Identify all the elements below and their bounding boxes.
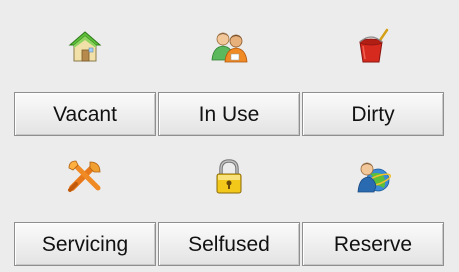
status-cell-dirty: Dirty (302, 10, 444, 138)
in-use-label: In Use (198, 102, 260, 126)
status-cell-vacant: Vacant (14, 10, 156, 138)
house-icon (66, 28, 104, 66)
dirty-button[interactable]: Dirty (302, 92, 444, 136)
vacant-button[interactable]: Vacant (14, 92, 156, 136)
selfused-label: Selfused (188, 232, 270, 256)
padlock-icon (210, 158, 248, 196)
tools-icon (66, 158, 104, 196)
bucket-broom-icon (354, 28, 392, 66)
status-cell-selfused: Selfused (158, 140, 300, 268)
status-cell-servicing: Servicing (14, 140, 156, 268)
dirty-label: Dirty (351, 102, 395, 126)
user-globe-icon (354, 158, 392, 196)
reserve-label: Reserve (333, 232, 413, 256)
selfused-button[interactable]: Selfused (158, 222, 300, 266)
people-icon (210, 28, 248, 66)
in-use-button[interactable]: In Use (158, 92, 300, 136)
status-cell-reserve: Reserve (302, 140, 444, 268)
status-cell-in-use: In Use (158, 10, 300, 138)
servicing-button[interactable]: Servicing (14, 222, 156, 266)
servicing-label: Servicing (41, 232, 129, 256)
reserve-button[interactable]: Reserve (302, 222, 444, 266)
vacant-label: Vacant (53, 102, 117, 126)
room-status-panel: Vacant In Use Dirty Servicing Selfused R… (0, 0, 459, 272)
